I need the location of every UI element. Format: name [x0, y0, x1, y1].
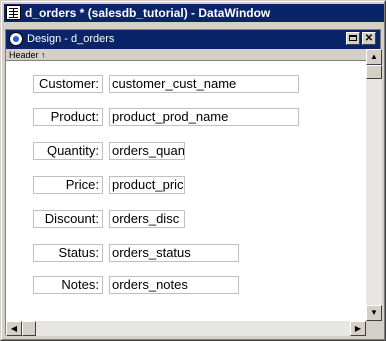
field-discount[interactable]: orders_disc — [109, 210, 185, 228]
arrow-down-icon[interactable]: ▼ — [366, 305, 382, 321]
design-canvas[interactable]: Customer: customer_cust_name Product: pr… — [6, 61, 366, 321]
field-status[interactable]: orders_status — [109, 244, 239, 262]
datawindow-frame: d_orders * (salesdb_tutorial) - DataWind… — [0, 0, 386, 341]
design-title: Design - d_orders — [27, 33, 115, 45]
horizontal-scrollbar[interactable]: ◀ ▶ — [6, 321, 366, 336]
label-quantity[interactable]: Quantity: — [33, 142, 103, 160]
arrow-left-icon[interactable]: ◀ — [6, 321, 22, 336]
label-discount[interactable]: Discount: — [33, 210, 103, 228]
field-product[interactable]: product_prod_name — [109, 108, 299, 126]
label-status[interactable]: Status: — [33, 244, 103, 262]
scrollbar-corner — [366, 321, 382, 336]
arrow-up-icon[interactable]: ▲ — [366, 49, 382, 65]
label-customer[interactable]: Customer: — [33, 75, 103, 93]
datawindow-grid-icon — [6, 5, 21, 20]
field-price[interactable]: product_pric — [109, 176, 185, 194]
design-view: Design - d_orders ✕ Header ↑ Customer: c… — [5, 29, 382, 336]
field-customer[interactable]: customer_cust_name — [109, 75, 299, 93]
horizontal-scroll-thumb[interactable] — [22, 321, 36, 336]
label-price[interactable]: Price: — [33, 176, 103, 194]
window-title-bar[interactable]: d_orders * (salesdb_tutorial) - DataWind… — [4, 4, 384, 22]
close-icon[interactable]: ✕ — [362, 32, 376, 45]
window-title: d_orders * (salesdb_tutorial) - DataWind… — [25, 6, 271, 20]
label-product[interactable]: Product: — [33, 108, 103, 126]
design-title-bar[interactable]: Design - d_orders ✕ — [6, 30, 380, 49]
vertical-scrollbar[interactable]: ▲ ▼ — [366, 49, 382, 321]
maximize-icon[interactable] — [346, 32, 360, 45]
field-notes[interactable]: orders_notes — [109, 276, 239, 294]
vertical-scroll-thumb[interactable] — [366, 65, 382, 79]
label-notes[interactable]: Notes: — [33, 276, 103, 294]
design-globe-icon — [9, 32, 23, 46]
field-quantity[interactable]: orders_quan — [109, 142, 185, 160]
header-band-bar[interactable]: Header ↑ — [6, 49, 366, 61]
arrow-right-icon[interactable]: ▶ — [350, 321, 366, 336]
